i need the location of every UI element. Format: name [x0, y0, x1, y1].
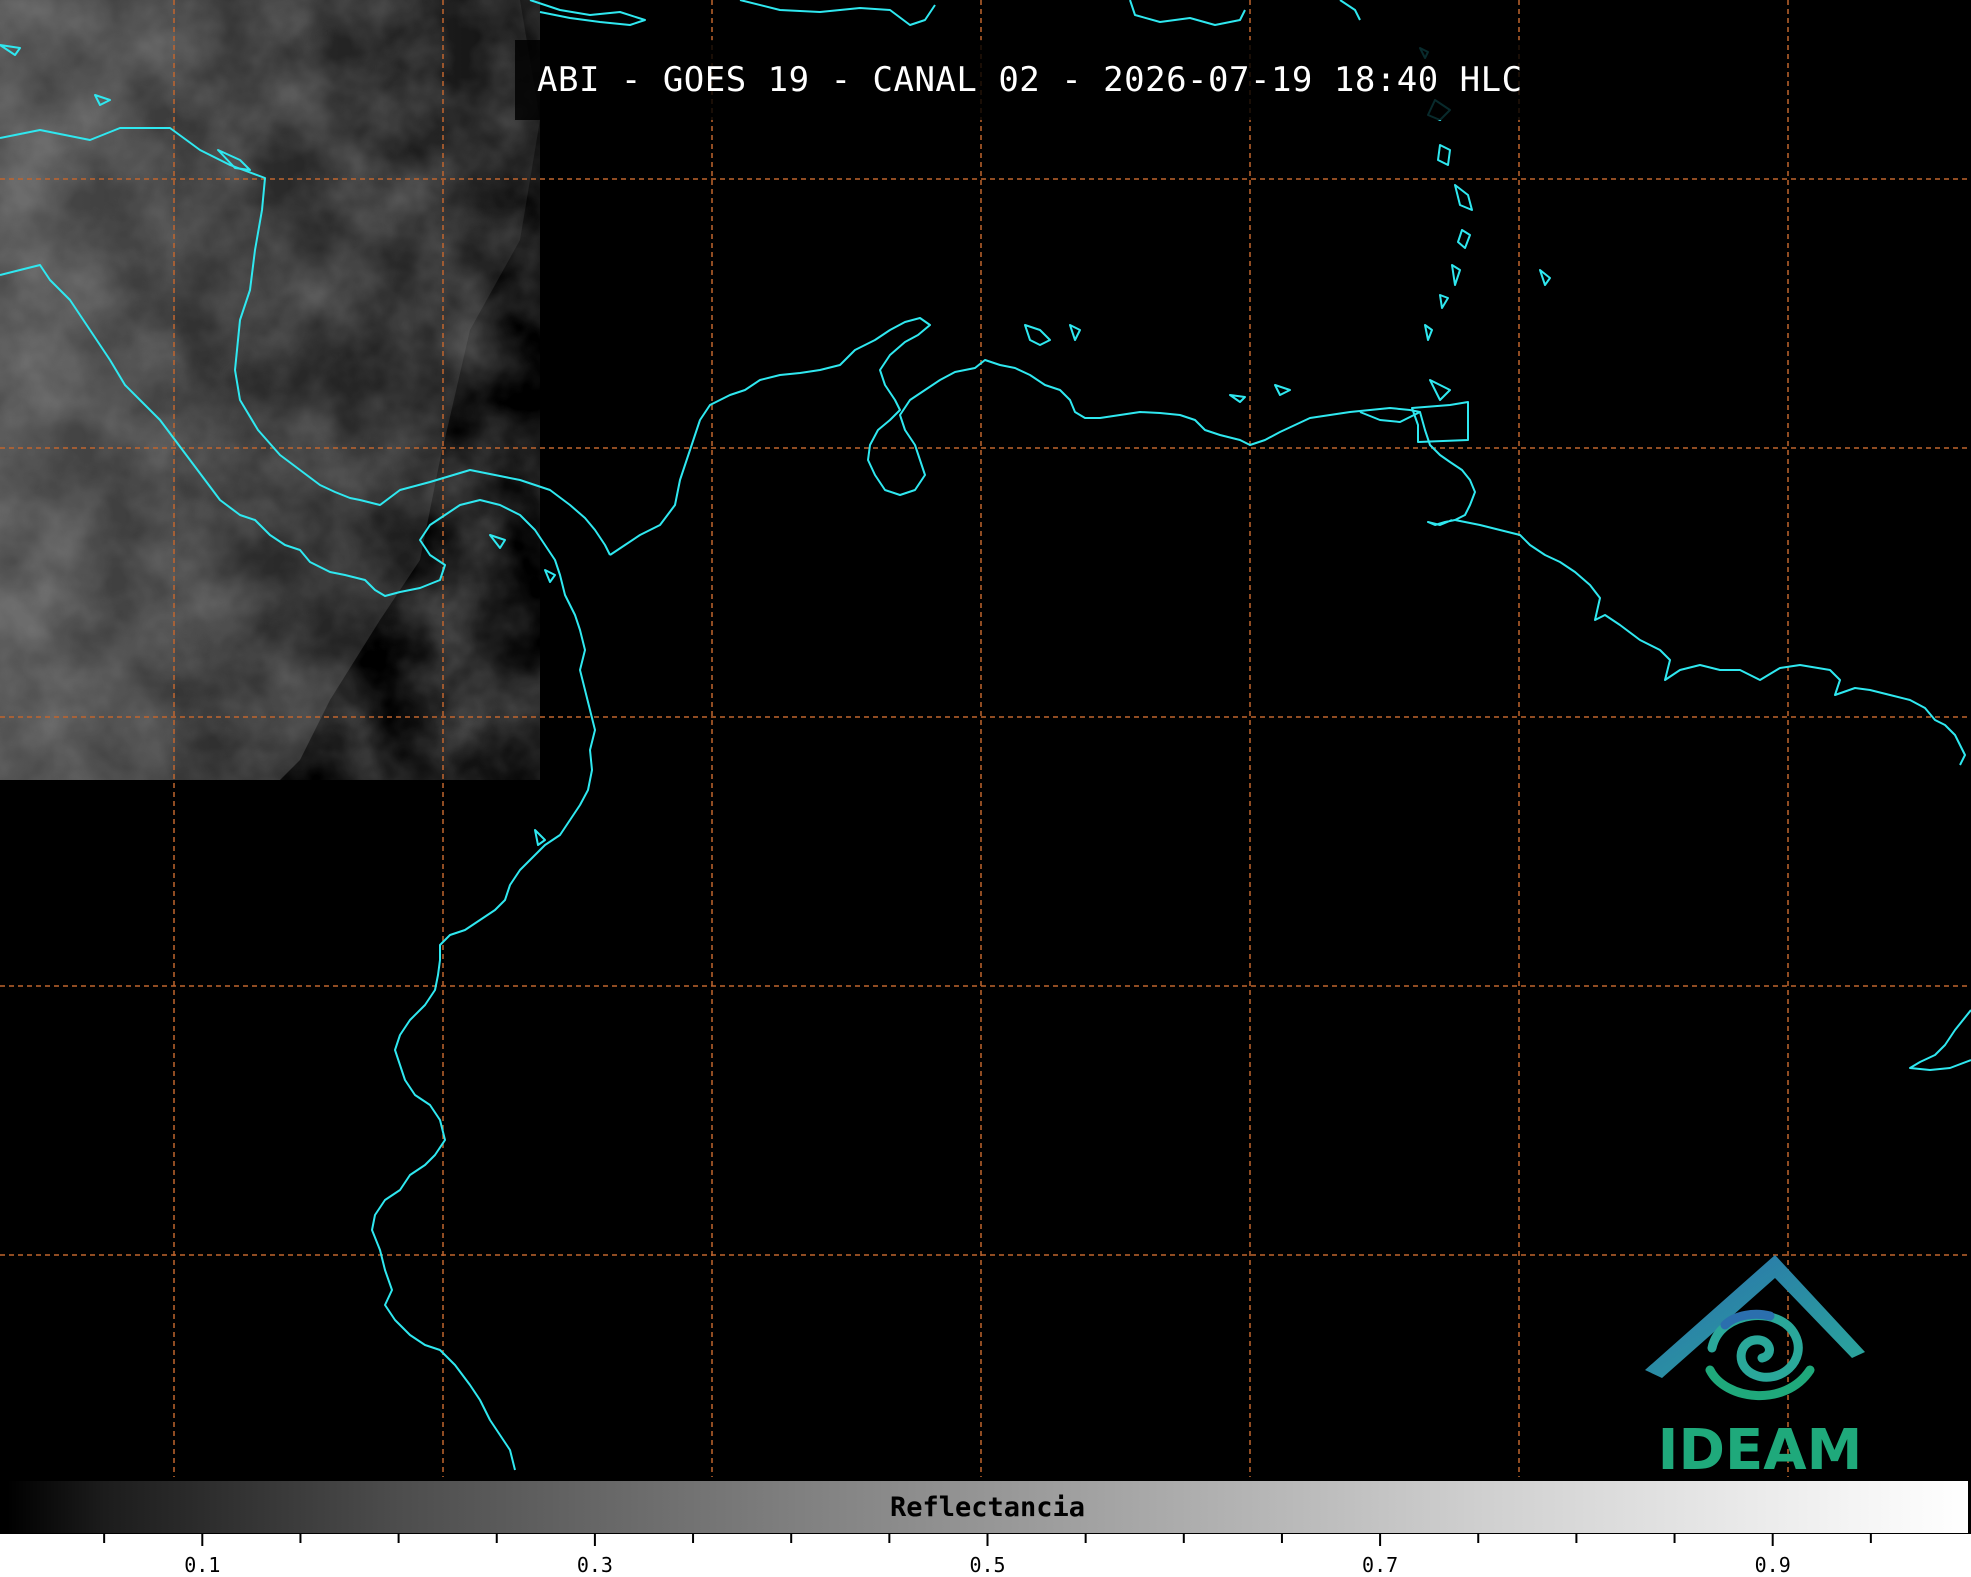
coastline-island [1451, 264, 1461, 286]
coastline-island [534, 829, 546, 846]
coastline-island [1024, 324, 1051, 346]
coastline-island [1439, 294, 1449, 309]
coastline-island [1539, 269, 1551, 286]
coastline-island [544, 569, 556, 583]
coastline-greater-antilles [1339, 0, 1361, 21]
coastline-island [1437, 144, 1451, 166]
colorbar-tick-label: 0.5 [969, 1553, 1006, 1577]
coastline-guianas [1454, 519, 1966, 766]
colorbar-label: Reflectancia [889, 1492, 1086, 1523]
coastline-island [1424, 324, 1433, 341]
colorbar: Reflectancia [6, 1480, 1969, 1534]
coastline-trinidad-island [1411, 401, 1469, 443]
coastline-caribbean-south [609, 317, 1421, 556]
colorbar-tick-label: 0.3 [576, 1553, 613, 1577]
coastline-brazil-east [1909, 1009, 1971, 1071]
coastline-island [1454, 184, 1473, 211]
title-banner: ABI - GOES 19 - CANAL 02 - 2026-07-19 18… [515, 40, 1545, 120]
colorbar-tick-label: 0.1 [184, 1553, 221, 1577]
coastline-island [1457, 229, 1471, 249]
satellite-map: ABI - GOES 19 - CANAL 02 - 2026-07-19 18… [0, 0, 1971, 1477]
coastline-greater-antilles [739, 0, 936, 26]
coastline-island [1229, 394, 1246, 403]
ideam-logo-icon [1645, 1255, 1865, 1400]
coastline-greater-antilles [529, 0, 646, 26]
ideam-logo: IDEAM [1640, 1250, 1880, 1477]
coastline-island [1429, 379, 1451, 401]
cloud-imagery [0, 0, 540, 780]
coastline-island [489, 534, 506, 549]
coastline-island [1274, 384, 1291, 396]
coastline-greater-antilles [1129, 0, 1246, 26]
ideam-logo-text: IDEAM [1657, 1418, 1863, 1477]
colorbar-tick-label: 0.7 [1362, 1553, 1399, 1577]
colorbar-tick-marks [103, 1534, 1872, 1546]
colorbar-axis: 0.1 0.3 0.5 0.7 0.9 [0, 1534, 1971, 1577]
colorbar-tick-label: 0.9 [1754, 1553, 1791, 1577]
map-title: ABI - GOES 19 - CANAL 02 - 2026-07-19 18… [537, 60, 1523, 100]
coastline-island [1069, 324, 1081, 341]
